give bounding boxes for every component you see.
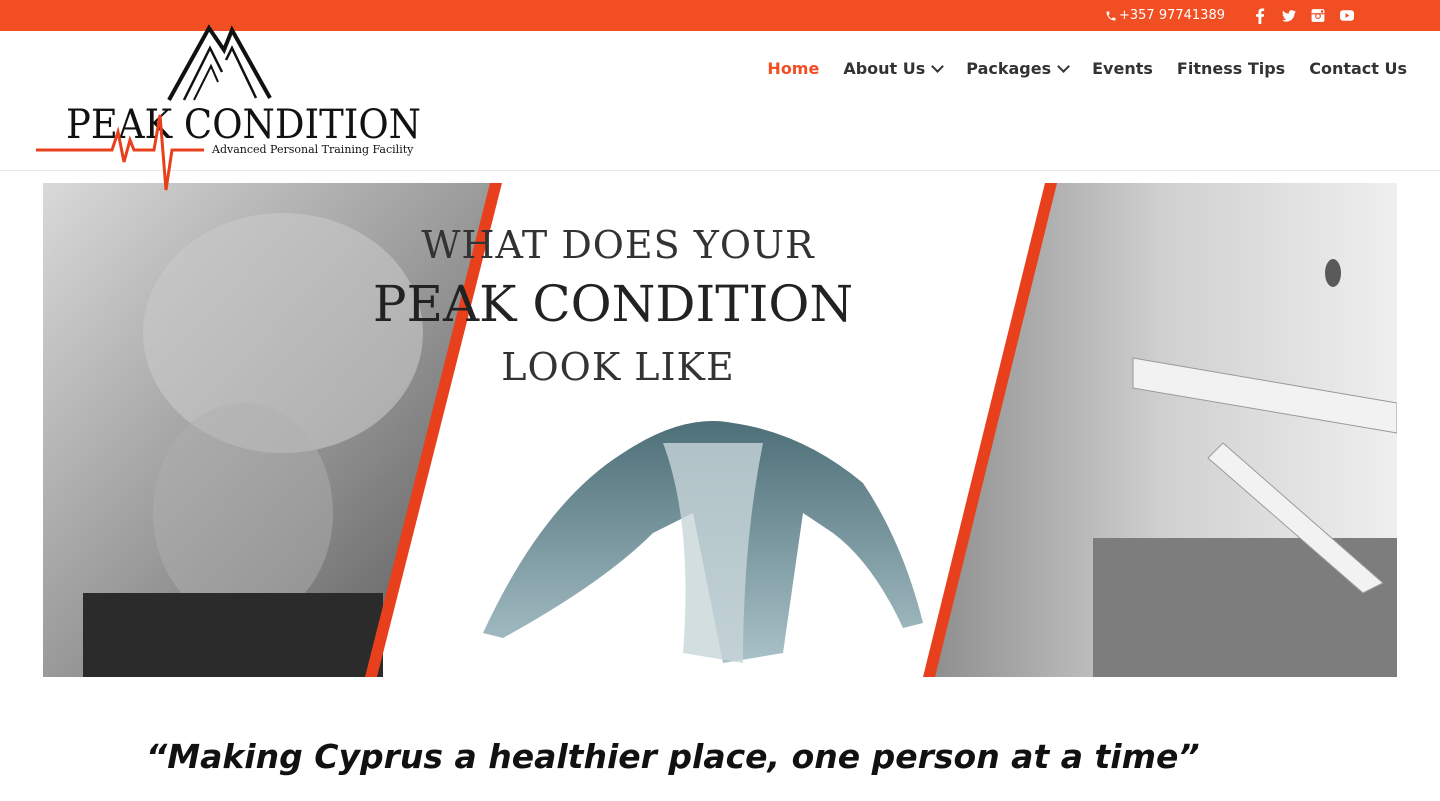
- nav-packages-label: Packages: [966, 59, 1052, 78]
- chevron-down-icon: [931, 60, 945, 73]
- nav-contact-us-label: Contact Us: [1309, 59, 1407, 78]
- nav-fitness-tips[interactable]: Fitness Tips: [1177, 59, 1285, 78]
- hero-center-pose-image: [483, 421, 923, 663]
- phone-contact[interactable]: +357 97741389: [1105, 8, 1225, 23]
- phone-number: +357 97741389: [1118, 8, 1225, 23]
- nav-events-label: Events: [1092, 59, 1153, 78]
- nav-home[interactable]: Home: [767, 59, 819, 78]
- nav-fitness-tips-label: Fitness Tips: [1176, 59, 1286, 78]
- hero-banner: WHAT DOES YOUR PEAK CONDITION LOOK LIKE: [43, 183, 1397, 677]
- main-nav: Home About Us Packages Events Fitness Ti…: [767, 59, 1407, 78]
- site-logo[interactable]: PEAK CONDITION Advanced Personal Trainin…: [34, 20, 429, 195]
- hero-right-belly-image: [931, 183, 1397, 677]
- twitter-icon[interactable]: [1282, 8, 1296, 24]
- hero-headline-line1: WHAT DOES YOUR: [421, 223, 815, 267]
- tagline-quote: “Making Cyprus a healthier place, one pe…: [146, 737, 1200, 776]
- instagram-icon[interactable]: [1311, 8, 1325, 24]
- phone-icon: [1106, 11, 1116, 20]
- nav-events[interactable]: Events: [1092, 59, 1153, 78]
- nav-home-label: Home: [767, 59, 820, 78]
- logo-subtitle: Advanced Personal Training Facility: [211, 143, 414, 156]
- facebook-icon[interactable]: [1253, 7, 1267, 24]
- hero-headline-line3: LOOK LIKE: [501, 345, 735, 389]
- youtube-icon[interactable]: [1340, 8, 1354, 24]
- nav-packages[interactable]: Packages: [966, 59, 1070, 78]
- hero-headline-line2: PEAK CONDITION: [372, 275, 854, 333]
- social-links: [1253, 7, 1354, 24]
- nav-about-us[interactable]: About Us: [843, 59, 945, 78]
- nav-about-us-label: About Us: [843, 59, 926, 78]
- nav-contact-us[interactable]: Contact Us: [1309, 59, 1407, 78]
- chevron-down-icon: [1057, 60, 1070, 73]
